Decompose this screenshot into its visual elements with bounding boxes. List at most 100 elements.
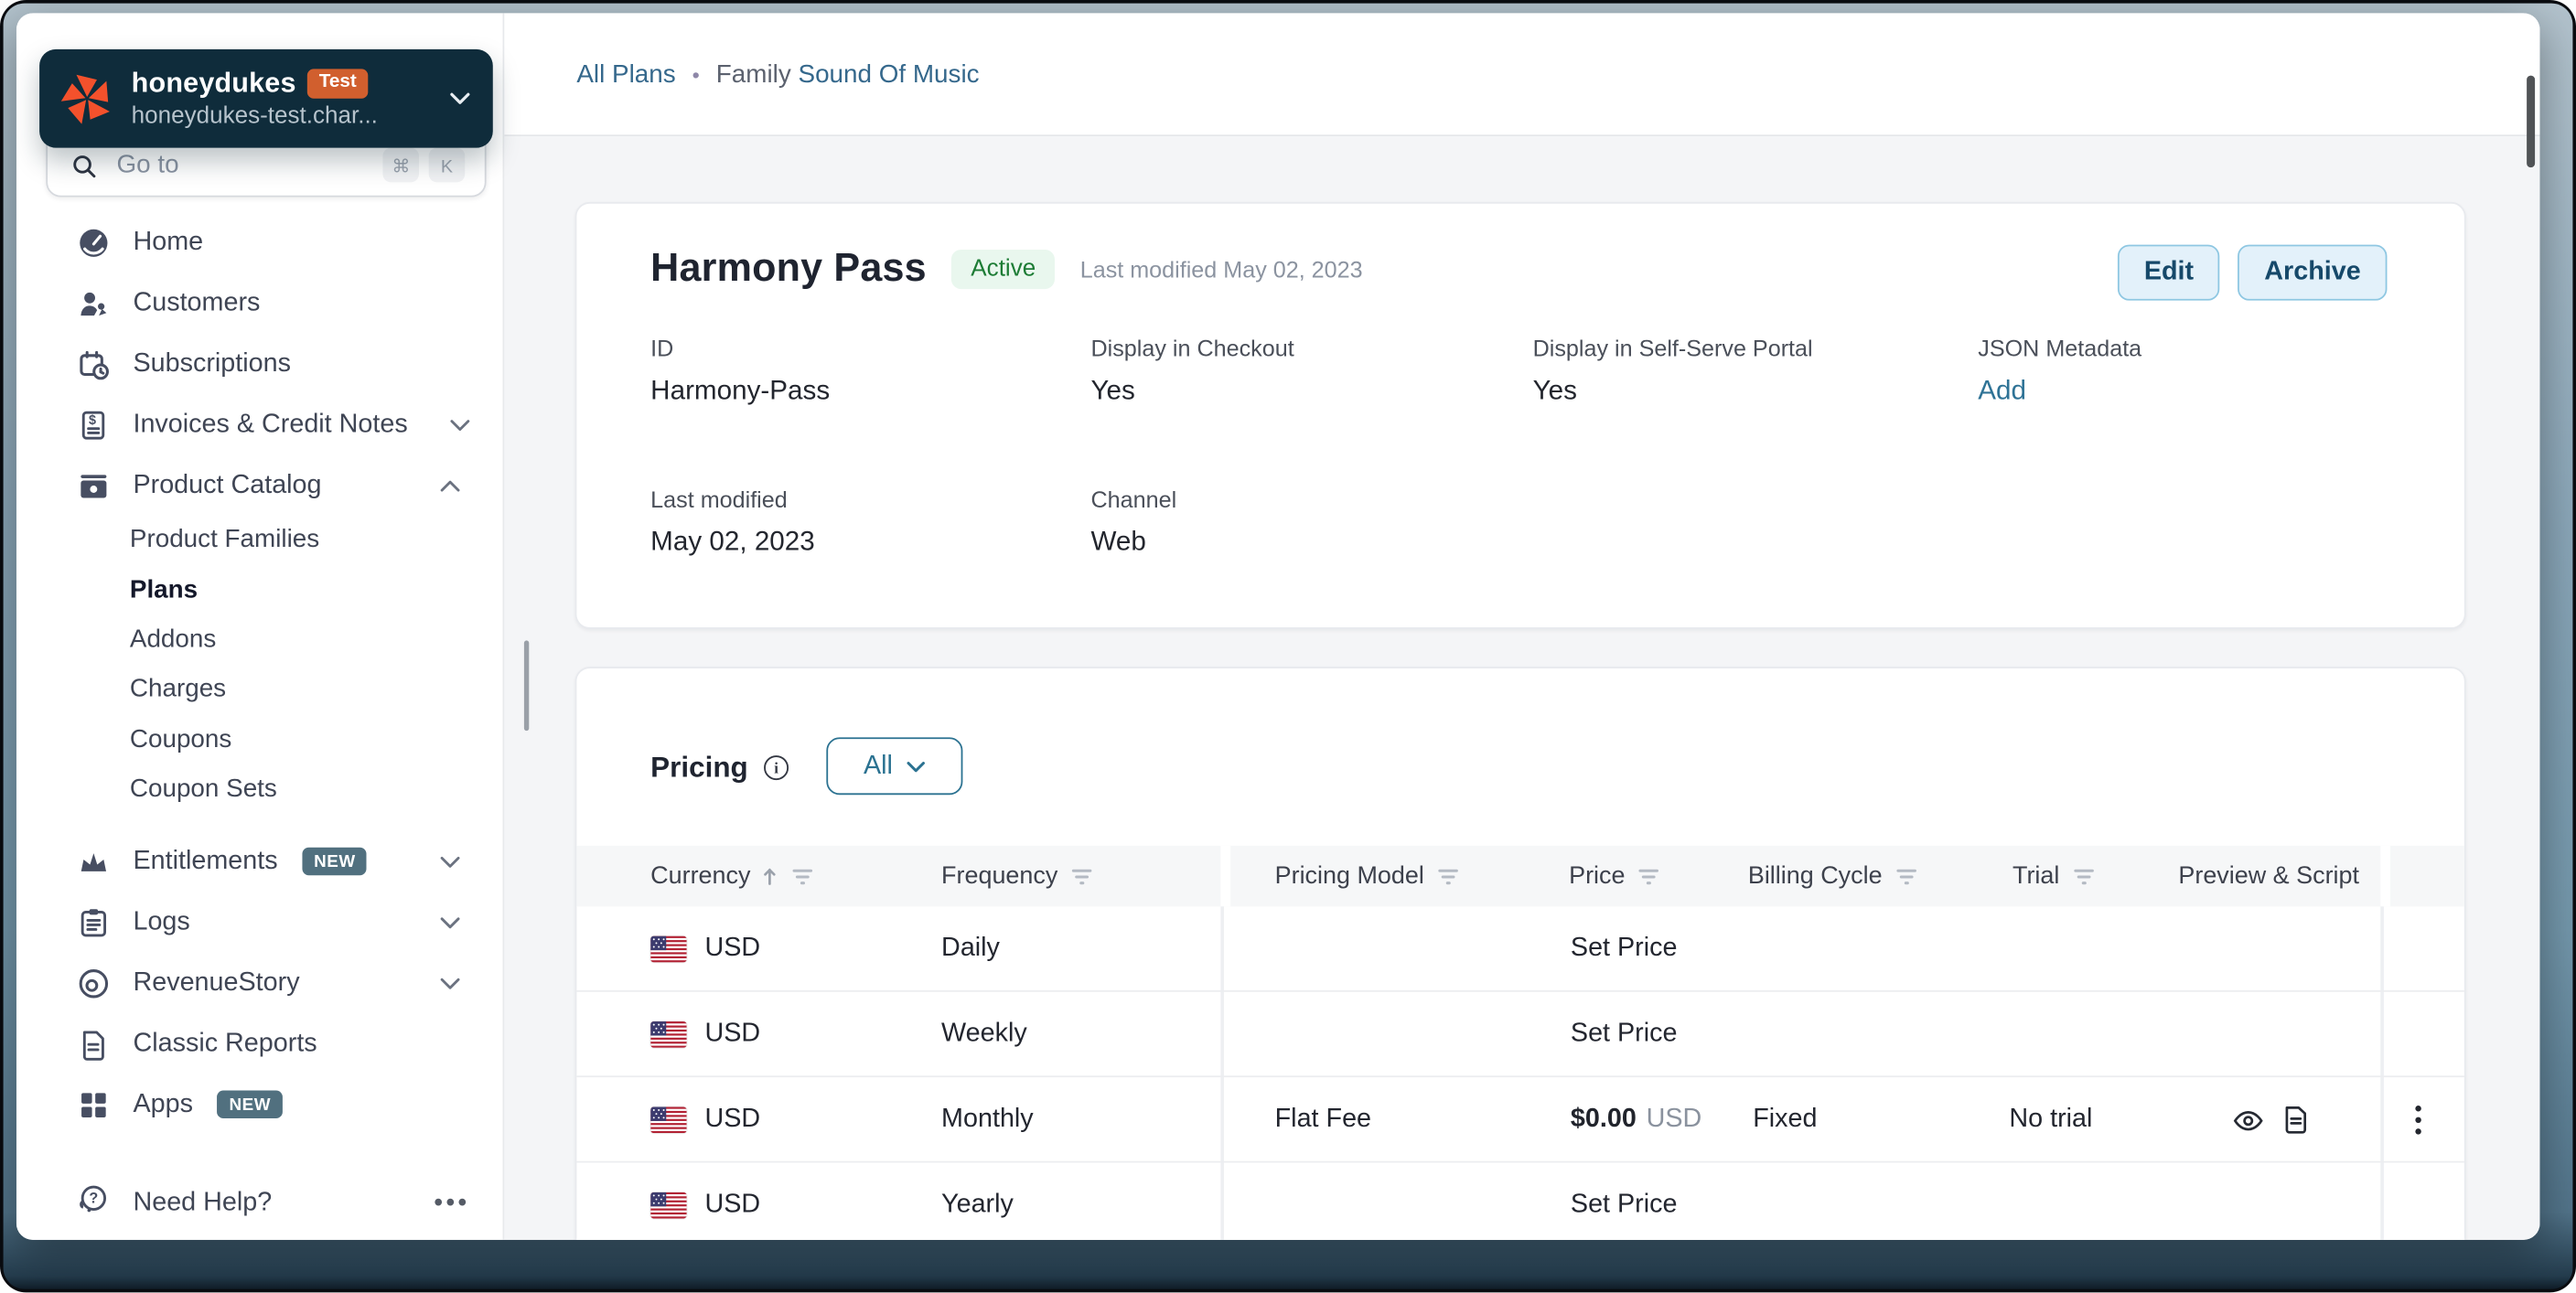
sidebar-item-label: Subscriptions bbox=[133, 348, 291, 378]
page-title: Harmony Pass bbox=[650, 246, 927, 291]
customers-icon bbox=[76, 285, 113, 322]
main-scrollbar-thumb[interactable] bbox=[2527, 75, 2536, 168]
add-metadata-link[interactable]: Add bbox=[1978, 376, 2026, 405]
script-file-icon[interactable] bbox=[2283, 1106, 2308, 1135]
sidebar-item-label: Coupon Sets bbox=[129, 775, 277, 804]
filter-icon[interactable] bbox=[2069, 864, 2098, 889]
sidebar-item-label: Addons bbox=[129, 625, 217, 654]
account-switcher[interactable]: honeydukes Test honeydukes-test.char... bbox=[39, 48, 493, 148]
set-price-link[interactable]: Set Price bbox=[1571, 906, 1678, 991]
help-more-menu[interactable]: ••• bbox=[435, 1189, 470, 1217]
need-help[interactable]: ? Need Help? ••• bbox=[16, 1172, 503, 1233]
table-header: Currency Frequency Pricing Model Price B… bbox=[576, 845, 2464, 907]
breadcrumb-all-plans[interactable]: All Plans bbox=[576, 60, 675, 90]
svg-text:i: i bbox=[775, 759, 779, 776]
sidebar-item-label: Entitlements bbox=[133, 847, 278, 875]
filter-icon[interactable] bbox=[1635, 864, 1663, 889]
screenshot-root: honeydukes Test honeydukes-test.char... … bbox=[0, 0, 2576, 1293]
goto-placeholder: Go to bbox=[116, 151, 179, 179]
breadcrumb-separator: • bbox=[692, 62, 700, 88]
field-display-in-checkout: Display in Checkout Yes bbox=[1090, 335, 1294, 406]
window-frame: honeydukes Test honeydukes-test.char... … bbox=[0, 0, 2576, 1293]
sidebar-item-coupons[interactable]: Coupons bbox=[16, 715, 503, 765]
pricing-table: Currency Frequency Pricing Model Price B… bbox=[576, 845, 2464, 1240]
sidebar-item-addons[interactable]: Addons bbox=[16, 615, 503, 666]
new-badge: NEW bbox=[302, 848, 368, 876]
column-pricing-model[interactable]: Pricing Model bbox=[1275, 846, 1463, 906]
sidebar-item-product-families[interactable]: Product Families bbox=[16, 516, 503, 566]
sidebar-scrollbar-thumb[interactable] bbox=[523, 640, 530, 732]
chargebee-logo-icon bbox=[60, 74, 110, 124]
us-flag-icon bbox=[650, 1191, 687, 1219]
price-value: $0.00 bbox=[1570, 1105, 1637, 1134]
sidebar-item-invoices[interactable]: $ Invoices & Credit Notes bbox=[16, 394, 503, 454]
set-price-link[interactable]: Set Price bbox=[1571, 992, 1678, 1077]
row-actions-kebab-icon[interactable] bbox=[2403, 1077, 2432, 1162]
chevron-down-icon[interactable] bbox=[450, 418, 470, 431]
sidebar-item-charges[interactable]: Charges bbox=[16, 666, 503, 716]
chevron-down-icon bbox=[450, 92, 470, 104]
chevron-up-icon[interactable] bbox=[440, 479, 460, 492]
column-preview-script: Preview & Script bbox=[2178, 861, 2360, 891]
column-billing-cycle[interactable]: Billing Cycle bbox=[1748, 846, 1920, 906]
filter-icon[interactable] bbox=[1892, 864, 1920, 889]
filter-icon[interactable] bbox=[1068, 864, 1096, 889]
table-row-weekly: USD Weekly Set Price bbox=[576, 992, 2464, 1078]
field-display-in-portal: Display in Self-Serve Portal Yes bbox=[1532, 335, 1813, 406]
revenuestory-icon bbox=[76, 966, 113, 1002]
app-window: honeydukes Test honeydukes-test.char... … bbox=[16, 13, 2540, 1240]
sidebar-item-subscriptions[interactable]: Subscriptions bbox=[16, 334, 503, 394]
main-content: Harmony Pass Active Last modified May 02… bbox=[504, 136, 2540, 1240]
sidebar-nav: Home Customers Subscriptions $ Invoices … bbox=[16, 212, 503, 1136]
test-env-badge: Test bbox=[307, 69, 369, 99]
sidebar-item-label: Plans bbox=[129, 575, 199, 604]
account-domain: honeydukes-test.char... bbox=[131, 103, 378, 130]
column-currency[interactable]: Currency bbox=[650, 846, 816, 906]
logs-icon bbox=[76, 904, 113, 941]
last-modified-note: Last modified May 02, 2023 bbox=[1079, 256, 1363, 283]
column-trial[interactable]: Trial bbox=[2012, 846, 2098, 906]
column-price[interactable]: Price bbox=[1569, 846, 1663, 906]
plan-summary-card: Harmony Pass Active Last modified May 02… bbox=[574, 201, 2466, 629]
sidebar-item-entitlements[interactable]: Entitlements NEW bbox=[16, 831, 503, 892]
set-price-link[interactable]: Set Price bbox=[1571, 1163, 1678, 1240]
svg-text:?: ? bbox=[89, 1191, 98, 1207]
pricing-filter-dropdown[interactable]: All bbox=[826, 737, 963, 796]
archive-button[interactable]: Archive bbox=[2238, 244, 2388, 301]
chevron-down-icon[interactable] bbox=[440, 977, 460, 989]
price-currency: USD bbox=[1646, 1105, 1702, 1134]
search-icon bbox=[73, 155, 96, 178]
breadcrumb: All Plans • Family Sound Of Music bbox=[576, 13, 979, 136]
sidebar-item-product-catalog[interactable]: Product Catalog bbox=[16, 454, 503, 515]
product-catalog-icon bbox=[76, 467, 113, 504]
new-badge: NEW bbox=[217, 1091, 283, 1119]
preview-eye-icon[interactable] bbox=[2233, 1107, 2264, 1132]
filter-icon[interactable] bbox=[1434, 864, 1463, 889]
sidebar-item-revenuestory[interactable]: RevenueStory bbox=[16, 953, 503, 1013]
sidebar-item-apps[interactable]: Apps NEW bbox=[16, 1074, 503, 1135]
sort-asc-icon[interactable] bbox=[760, 864, 778, 889]
account-info: honeydukes Test honeydukes-test.char... bbox=[132, 68, 441, 130]
info-icon[interactable]: i bbox=[763, 753, 791, 781]
chevron-down-icon bbox=[907, 761, 926, 772]
chevron-down-icon[interactable] bbox=[440, 916, 460, 929]
chevron-down-icon[interactable] bbox=[440, 855, 460, 868]
sidebar-item-plans[interactable]: Plans bbox=[16, 565, 503, 615]
sidebar-item-label: Invoices & Credit Notes bbox=[133, 410, 408, 438]
sidebar-item-label: Charges bbox=[129, 675, 227, 704]
sidebar-item-classic-reports[interactable]: Classic Reports bbox=[16, 1014, 503, 1074]
subscriptions-icon bbox=[76, 346, 113, 382]
dashboard-icon bbox=[76, 224, 113, 261]
filter-icon[interactable] bbox=[789, 864, 817, 889]
us-flag-icon bbox=[650, 1021, 687, 1048]
us-flag-icon bbox=[650, 935, 687, 963]
field-id: ID Harmony-Pass bbox=[650, 335, 831, 406]
column-frequency[interactable]: Frequency bbox=[941, 846, 1096, 906]
pricing-title: Pricing bbox=[650, 749, 748, 783]
shortcut-cmd-key: ⌘ bbox=[382, 147, 419, 183]
sidebar-item-customers[interactable]: Customers bbox=[16, 272, 503, 333]
edit-button[interactable]: Edit bbox=[2118, 244, 2220, 301]
sidebar-item-coupon-sets[interactable]: Coupon Sets bbox=[16, 765, 503, 816]
sidebar-item-logs[interactable]: Logs bbox=[16, 892, 503, 953]
sidebar-item-home[interactable]: Home bbox=[16, 212, 503, 272]
